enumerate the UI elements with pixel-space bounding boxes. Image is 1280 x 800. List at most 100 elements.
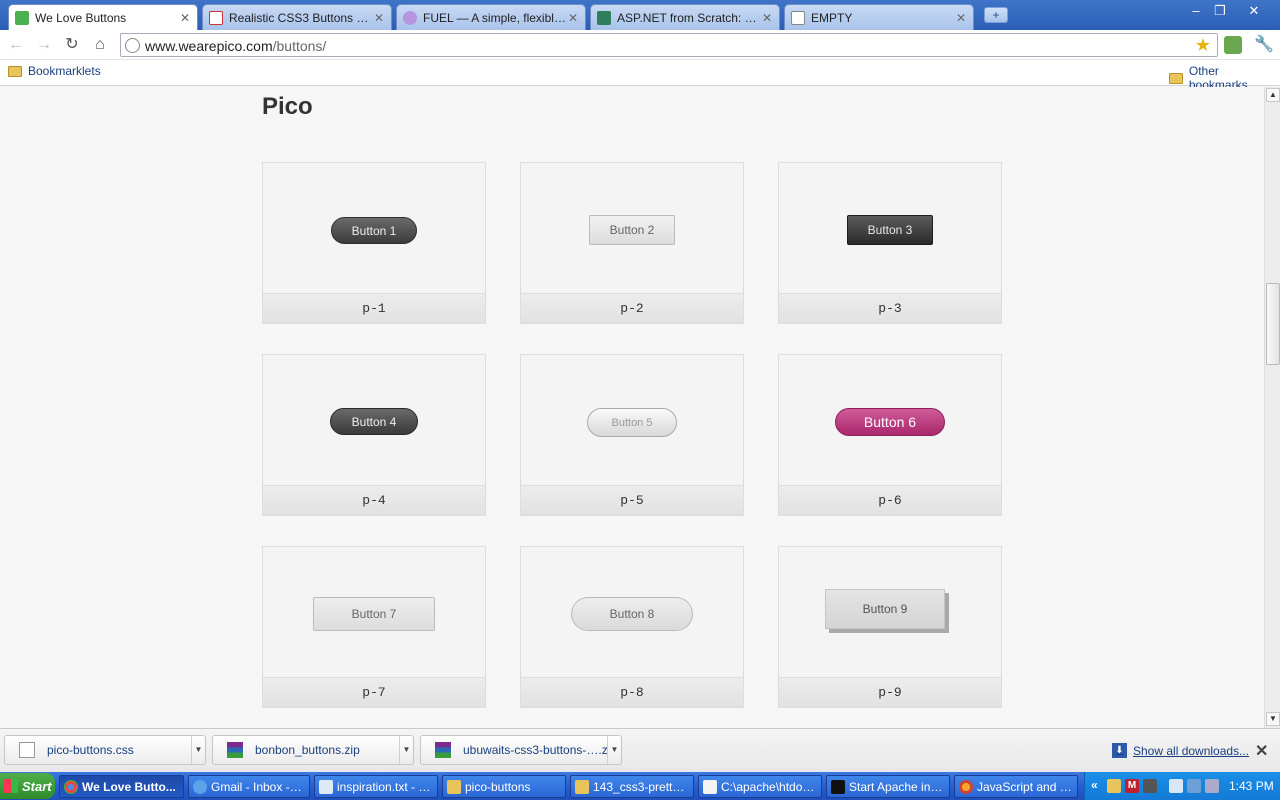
- window-close-icon[interactable]: ✕: [1242, 2, 1266, 20]
- taskbar-item-label: C:\apache\htdoc...: [721, 779, 819, 794]
- scroll-up-arrow-icon[interactable]: ▲: [1266, 88, 1280, 102]
- demo-button-3[interactable]: Button 3: [847, 215, 933, 245]
- file-icon: [19, 742, 35, 758]
- url-domain: www.wearepico.com: [145, 38, 273, 54]
- windows-taskbar: Start We Love Butto... Gmail - Inbox - k…: [0, 772, 1280, 800]
- monitor-icon[interactable]: [1143, 779, 1157, 793]
- demo-button-7[interactable]: Button 7: [313, 597, 435, 631]
- taskbar-item[interactable]: Start Apache in C...: [826, 775, 950, 798]
- tab-aspnet[interactable]: ASP.NET from Scratch: Vie… ✕: [590, 4, 780, 30]
- button-card-p7: Button 7 p-7: [262, 546, 486, 708]
- card-caption: p-2: [521, 293, 743, 323]
- close-icon[interactable]: ✕: [567, 11, 579, 25]
- close-icon[interactable]: ✕: [955, 11, 967, 25]
- volume-icon[interactable]: [1205, 779, 1219, 793]
- button-card-p5: Button 5 p-5: [520, 354, 744, 516]
- chevron-down-icon[interactable]: ▼: [191, 736, 205, 764]
- globe-icon: [125, 38, 140, 53]
- taskbar-item-label: We Love Butto...: [82, 779, 176, 794]
- bookmark-star-icon[interactable]: ★: [1195, 35, 1211, 56]
- windows-flag-icon: [4, 779, 18, 793]
- show-all-downloads-link[interactable]: ⬇ Show all downloads...: [1112, 743, 1249, 758]
- card-stage: Button 4: [263, 355, 485, 485]
- page-title: Pico: [262, 93, 313, 120]
- firefox-icon: [959, 779, 973, 794]
- green-square-icon: [15, 11, 29, 25]
- demo-button-9[interactable]: Button 9: [825, 589, 945, 629]
- download-name: ubuwaits-css3-buttons-….zip: [463, 743, 607, 757]
- button-card-p3: Button 3 p-3: [778, 162, 1002, 324]
- tab-realistic-css3[interactable]: Realistic CSS3 Buttons Red… ✕: [202, 4, 392, 30]
- tab-label: We Love Buttons: [35, 11, 127, 25]
- taskbar-item[interactable]: We Love Butto...: [59, 775, 184, 798]
- start-button[interactable]: Start: [0, 773, 55, 799]
- download-item[interactable]: bonbon_buttons.zip ▼: [212, 735, 414, 765]
- taskbar-item[interactable]: 143_css3-pretty-...: [570, 775, 694, 798]
- demo-button-2[interactable]: Button 2: [589, 215, 675, 245]
- wrench-icon[interactable]: 🔧: [1254, 36, 1274, 54]
- demo-button-1[interactable]: Button 1: [331, 217, 417, 244]
- close-icon[interactable]: ✕: [179, 11, 191, 25]
- chevron-down-icon[interactable]: ▼: [399, 736, 413, 764]
- demo-button-6[interactable]: Button 6: [835, 408, 945, 436]
- tab-label: EMPTY: [811, 10, 853, 25]
- taskbar-item[interactable]: pico-buttons: [442, 775, 566, 798]
- close-icon[interactable]: ✕: [373, 11, 385, 25]
- card-stage: Button 9: [779, 547, 1001, 677]
- address-bar[interactable]: www.wearepico.com/buttons/ ★: [120, 33, 1218, 57]
- demo-button-5[interactable]: Button 5: [587, 408, 677, 437]
- card-caption: p-9: [779, 677, 1001, 707]
- chevron-down-icon[interactable]: ▼: [607, 736, 621, 764]
- download-item[interactable]: ubuwaits-css3-buttons-….zip ▼: [420, 735, 622, 765]
- card-stage: Button 6: [779, 355, 1001, 485]
- tab-we-love-buttons[interactable]: We Love Buttons ✕: [8, 4, 198, 31]
- scroll-thumb[interactable]: [1266, 283, 1280, 365]
- browser-toolbar: ← → ↻ ⌂ www.wearepico.com/buttons/ ★ 🔧: [0, 30, 1280, 60]
- download-name: pico-buttons.css: [47, 743, 134, 757]
- card-caption: p-4: [263, 485, 485, 515]
- winrar-archive-icon: [227, 742, 243, 758]
- button-card-p6: Button 6 p-6: [778, 354, 1002, 516]
- new-tab-button[interactable]: +: [984, 7, 1008, 23]
- close-icon[interactable]: ✕: [761, 11, 773, 25]
- safely-remove-icon[interactable]: [1169, 779, 1183, 793]
- bookmark-bookmarklets[interactable]: Bookmarklets: [8, 64, 101, 78]
- page-icon: [791, 10, 805, 25]
- network-icon[interactable]: [1187, 779, 1201, 793]
- s-logo-icon: [209, 10, 223, 25]
- card-caption: p-7: [263, 677, 485, 707]
- back-arrow-icon[interactable]: ←: [6, 35, 26, 55]
- folder-icon: [575, 779, 589, 794]
- card-stage: Button 2: [521, 163, 743, 293]
- download-arrow-icon: ⬇: [1112, 743, 1127, 758]
- taskbar-item[interactable]: C:\apache\htdoc...: [698, 775, 822, 798]
- tab-empty[interactable]: EMPTY ✕: [784, 4, 974, 30]
- bookmarks-bar: Bookmarklets Other bookmarks: [0, 60, 1280, 92]
- tab-strip: We Love Buttons ✕ Realistic CSS3 Buttons…: [0, 0, 1280, 31]
- card-stage: Button 8: [521, 547, 743, 677]
- demo-button-8[interactable]: Button 8: [571, 597, 693, 631]
- taskbar-item[interactable]: inspiration.txt - N...: [314, 775, 438, 798]
- taskbar-item[interactable]: JavaScript and P...: [954, 775, 1078, 798]
- forward-arrow-icon[interactable]: →: [34, 35, 54, 55]
- taskbar-item[interactable]: Gmail - Inbox - ka...: [188, 775, 310, 798]
- home-icon[interactable]: ⌂: [90, 35, 110, 55]
- reload-icon[interactable]: ↻: [62, 35, 82, 55]
- demo-button-4[interactable]: Button 4: [330, 408, 418, 435]
- close-icon[interactable]: ✕: [1255, 741, 1268, 761]
- page-menu-icon[interactable]: [1224, 36, 1242, 54]
- vertical-scrollbar[interactable]: ▲ ▼: [1264, 87, 1280, 728]
- page-content: Pico Button 1 p-1 Button 2 p-2 Button 3 …: [0, 87, 1264, 728]
- button-card-p2: Button 2 p-2: [520, 162, 744, 324]
- show-hidden-icons-icon[interactable]: «: [1091, 778, 1098, 792]
- mcafee-icon[interactable]: M: [1125, 779, 1139, 793]
- restore-icon[interactable]: ❐: [1208, 2, 1232, 20]
- tab-fuel[interactable]: FUEL — A simple, flexible, … ✕: [396, 4, 586, 30]
- scroll-down-arrow-icon[interactable]: ▼: [1266, 712, 1280, 726]
- download-item[interactable]: pico-buttons.css ▼: [4, 735, 206, 765]
- bookmark-label: Bookmarklets: [28, 64, 101, 78]
- system-tray: « M 1:43 PM: [1084, 772, 1280, 800]
- chrome-icon: [64, 779, 78, 794]
- minimize-icon[interactable]: –: [1184, 2, 1208, 20]
- tray-app-icon[interactable]: [1107, 779, 1121, 793]
